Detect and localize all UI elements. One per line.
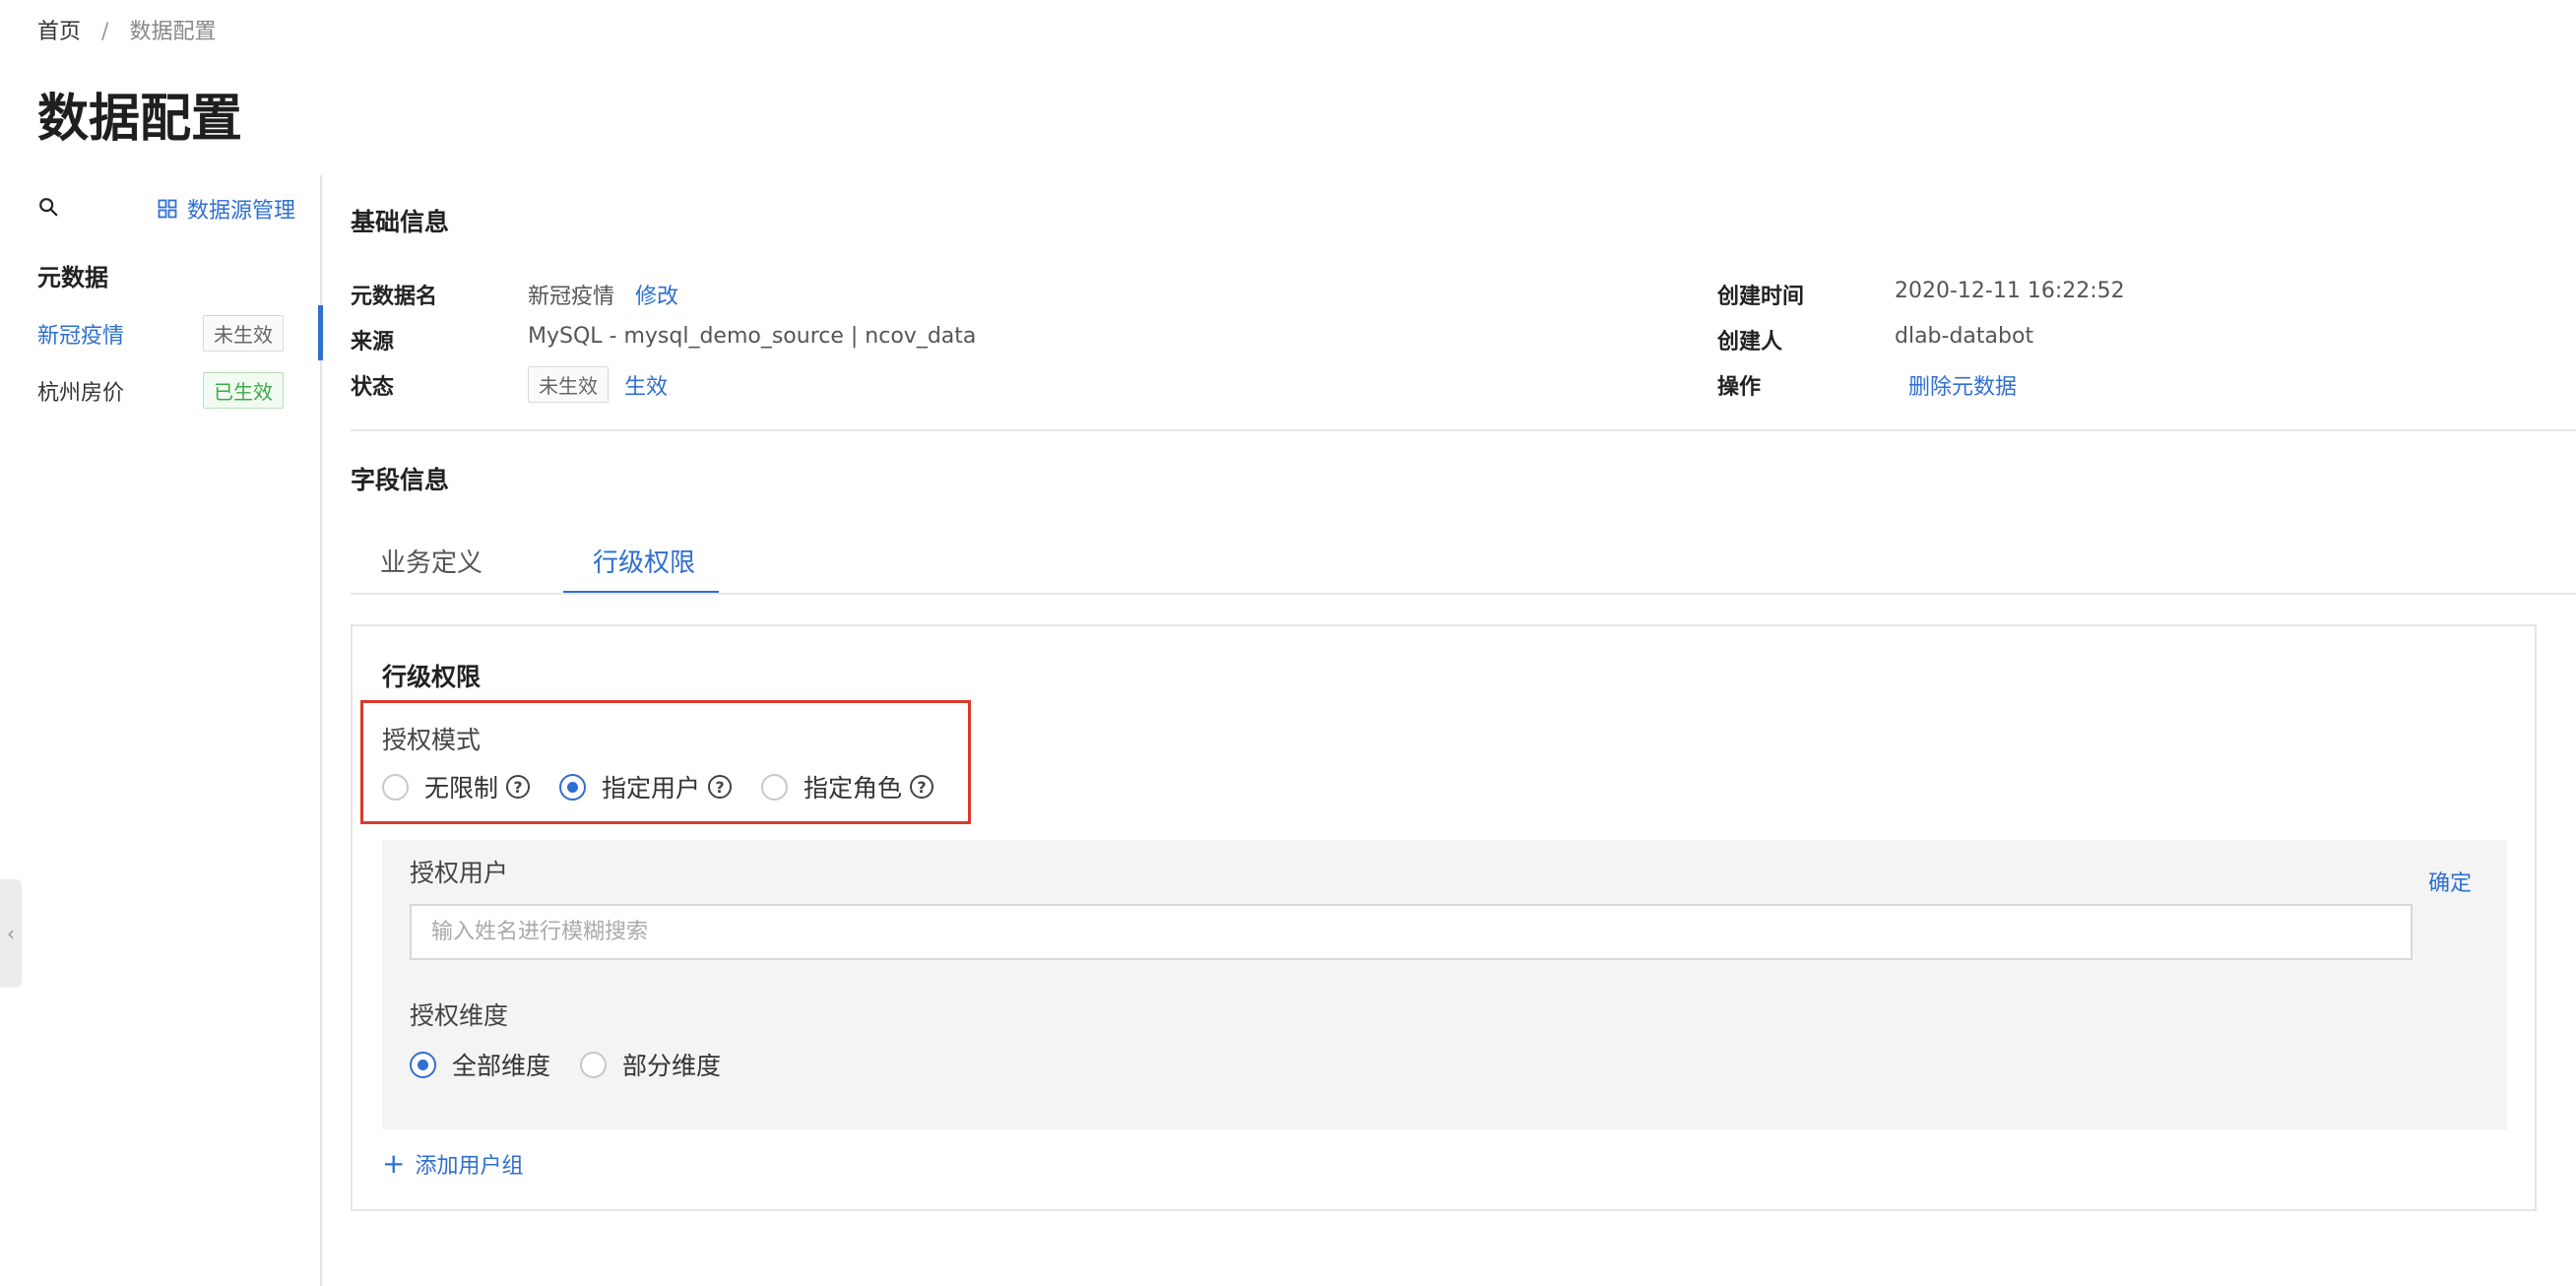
created-time-value: 2020-12-11 16:22:52	[1895, 279, 2125, 303]
sidebar-item-hangzhou[interactable]: 杭州房价 已生效	[37, 372, 284, 409]
datasource-manage-link[interactable]: 数据源管理	[158, 193, 295, 225]
meta-name-label: 元数据名	[351, 285, 438, 309]
breadcrumb-separator: /	[101, 20, 109, 44]
breadcrumb-current: 数据配置	[129, 20, 217, 44]
delete-metadata-link[interactable]: 删除元数据	[1908, 369, 2017, 401]
add-user-group-label: 添加用户组	[415, 1154, 524, 1179]
row-permission-title: 行级权限	[382, 663, 482, 691]
edit-name-link[interactable]: 修改	[635, 285, 678, 309]
highlight-box	[360, 700, 971, 824]
plus-icon: +	[382, 1147, 406, 1180]
auth-dimension-label: 授权维度	[410, 1001, 509, 1030]
radio-all-dimensions[interactable]	[410, 1051, 436, 1078]
operation-label: 操作	[1717, 375, 1762, 400]
tab-row-permission[interactable]: 行级权限	[593, 543, 695, 579]
radio-specified-user[interactable]	[559, 773, 587, 801]
activate-link[interactable]: 生效	[624, 369, 668, 401]
page-title: 数据配置	[37, 90, 243, 149]
auth-mode-label: 授权模式	[382, 726, 482, 754]
meta-name-value: 新冠疫情 修改	[528, 279, 678, 310]
radio-unlimited[interactable]	[382, 773, 409, 801]
status-label: 状态	[351, 375, 395, 400]
creator-value: dlab-databot	[1895, 324, 2034, 349]
help-icon[interactable]: ?	[708, 775, 733, 799]
field-info-title: 字段信息	[351, 466, 450, 494]
sidebar-item-ncov[interactable]: 新冠疫情 未生效	[37, 315, 284, 352]
breadcrumb: 首页 / 数据配置	[37, 14, 216, 45]
help-icon[interactable]: ?	[506, 775, 531, 799]
tab-business-definition[interactable]: 业务定义	[380, 543, 483, 579]
status-value: 未生效 生效	[528, 366, 668, 403]
sidebar-section-title: 元数据	[37, 264, 108, 291]
radio-label: 部分维度	[622, 1052, 722, 1080]
status-badge: 已生效	[203, 372, 284, 409]
created-time-label: 创建时间	[1717, 285, 1805, 309]
creator-label: 创建人	[1717, 330, 1783, 354]
datasource-manage-label: 数据源管理	[187, 199, 296, 224]
confirm-button[interactable]: 确定	[2428, 866, 2472, 897]
auth-user-config-box	[382, 840, 2507, 1129]
tabs-divider	[351, 593, 2576, 595]
search-icon[interactable]	[37, 196, 59, 218]
collapse-sidebar-handle[interactable]: ‹	[0, 879, 22, 988]
radio-label: 无限制	[424, 774, 499, 803]
auth-dimension-radio-group: 全部维度 部分维度	[410, 1047, 721, 1082]
radio-specified-role[interactable]	[761, 773, 789, 801]
sidebar-item-label: 杭州房价	[37, 380, 125, 406]
grid-icon	[158, 199, 177, 219]
sidebar-active-indicator	[318, 305, 323, 360]
user-search-input[interactable]	[410, 904, 2413, 960]
status-badge: 未生效	[203, 315, 284, 352]
radio-label: 全部维度	[452, 1052, 551, 1080]
chevron-left-icon: ‹	[7, 922, 15, 945]
source-label: 来源	[351, 330, 395, 354]
sidebar-item-label: 新冠疫情	[37, 323, 125, 349]
radio-partial-dimensions[interactable]	[580, 1051, 608, 1078]
status-badge: 未生效	[528, 366, 609, 403]
auth-user-label: 授权用户	[410, 859, 509, 887]
radio-label: 指定角色	[804, 774, 903, 803]
help-icon[interactable]: ?	[910, 775, 934, 799]
add-user-group-button[interactable]: + 添加用户组	[382, 1148, 523, 1180]
auth-mode-radio-group: 无限制 ? 指定用户 ? 指定角色 ?	[382, 769, 934, 804]
basic-info-title: 基础信息	[351, 208, 450, 236]
section-divider	[351, 429, 2576, 431]
source-value: MySQL - mysql_demo_source | ncov_data	[528, 324, 977, 349]
radio-label: 指定用户	[602, 774, 701, 803]
meta-name-text: 新冠疫情	[528, 285, 615, 309]
breadcrumb-home[interactable]: 首页	[37, 20, 81, 44]
